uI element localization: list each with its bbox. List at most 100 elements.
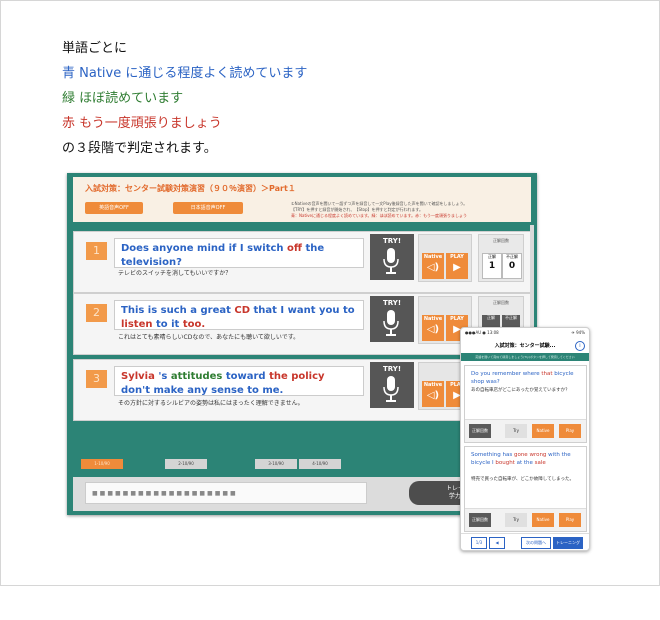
wrong-label: 不正解 [505,315,517,320]
sentence-word-red: gone wrong [513,452,547,458]
phone-native-button-2[interactable]: Native [532,513,554,527]
tab-page-1[interactable]: 1-10/90 [81,459,123,469]
native-audio-button[interactable]: Native ◁) [422,253,444,279]
phone-question-1-text: Do you remember where that bicycle shop … [471,370,581,386]
desktop-header: 入試対策：センター試験対策演習（９０％演習）＞Part１ 英語音声OFF 日本語… [73,177,531,222]
question-number: 1 [86,242,107,260]
correct-label: 正解 [488,254,496,259]
legend-intro: 単語ごとに [62,41,128,56]
phone-play-button-1[interactable]: Play [559,424,581,438]
tab-page-3[interactable]: 3-10/90 [255,459,297,469]
score-label: 正解回数 [493,300,509,305]
sentence-word-red: too. [182,319,206,330]
phone-try-button-2[interactable]: Try [505,513,527,527]
native-label: Native [423,254,443,260]
phone-play-button-2[interactable]: Play [559,513,581,527]
microphone-icon [383,376,399,402]
legend: 単語ごとに 青 Native に通じる程度よく読めています 緑 ほぼ読めています… [62,36,307,161]
question-row: 1 Does anyone mind if I switch off the t… [73,231,531,293]
phone-question-2-text: Something has gone wrong with the bicycl… [471,451,581,467]
microphone-icon [383,310,399,336]
wrong-value: 0 [508,261,516,271]
speaker-icon: ◁) [426,324,440,335]
instruction-line-3: 青：Nativeに通じる程度よく読めています。緑：ほぼ読めています。赤：もう一度… [291,213,468,218]
phone-try-button-1[interactable]: Try [505,424,527,438]
try-record-button[interactable]: TRY! [370,296,414,342]
sentence-word-blue: 's [154,371,171,382]
phone-question-1-translation: あの自転車店がどこにあったか覚えていますか？ [471,388,570,393]
desktop-title: 入試対策：センター試験対策演習（９０％演習）＞Part１ [85,184,296,193]
phone-app-screenshot: ●●●AU ● 13:08 ✈ 94% 入試対策：センター試験... i 英語を… [460,327,590,551]
tab-page-2[interactable]: 2-10/90 [165,459,207,469]
phone-next-button[interactable]: 次の問題へ [521,537,551,549]
question-translation: その方針に対するシルビアの姿勢は私にはまったく理解できません。 [118,400,304,407]
score-label: 正解回数 [493,238,509,243]
status-left: ●●●AU ● 13:08 [465,330,499,335]
sentence-word-blue: Something has [471,452,514,458]
sentence-word-blue: at the [514,460,535,466]
sentence-word-red: CD [234,305,251,316]
sentence-word-blue: Does anyone mind if I switch [121,243,288,254]
sentence-word-blue: toward [222,371,270,382]
sentence-word-red: that [541,371,553,377]
speaker-icon: ◁) [426,262,440,273]
legend-blue: 青 Native に通じる程度よく読めています [62,66,308,81]
phone-title: 入試対策：センター試験... [461,339,589,354]
phone-instruction-bar: 英語を聞いて真似て録音しましょう(Try)ボタンを押して発音してください [461,353,589,361]
wrong-count: 不正解 0 [502,253,522,279]
sentence-word-green: attitudes [170,371,223,382]
speaker-icon: ◁) [426,390,440,401]
phone-score-2: 正解回数 [469,513,491,527]
legend-green: 緑 ほぼ読めています [62,91,184,106]
sentence-word-blue: Do you remember where [471,371,542,377]
sentence-word-blue: This is such a great [121,305,235,316]
playback-panel: Native ◁) PLAY ▶ [418,234,472,282]
native-label: Native [423,382,443,388]
status-right: ✈ 94% [571,330,585,335]
phone-controls-1: 正解回数 Try Native Play [465,419,586,442]
legend-outro: の３段階で判定されます。 [62,141,217,156]
phone-prev-button[interactable]: ◀ [489,537,505,549]
question-sentence: This is such a great CD that I want you … [114,300,364,330]
sentence-word-blue: don't make any sense to me. [121,385,284,396]
score-panel: 正解回数 正解 1 不正解 0 [478,234,524,282]
native-audio-button[interactable]: Native ◁) [422,381,444,407]
desktop-instructions: ①Nativeの音声を聞いて一語ずつ声を録音して一文Play後録音した声を聞いて… [291,201,529,219]
wrong-label: 不正解 [506,254,518,259]
phone-page-indicator[interactable]: 1/3 [471,537,487,549]
sentence-word-red: bought [495,460,515,466]
try-label: TRY! [382,237,402,245]
question-number: 3 [86,370,107,388]
sentence-word-blue: that I want you to [250,305,355,316]
try-record-button[interactable]: TRY! [370,234,414,280]
japanese-audio-off-button[interactable]: 日本語音声OFF [173,202,243,214]
sentence-word-red: sale [534,460,546,466]
phone-training-button[interactable]: トレーニング [553,537,583,549]
correct-label: 正解 [487,315,495,320]
legend-red: 赤 もう一度頑張りましょう [62,116,222,131]
question-sentence: Does anyone mind if I switch off the tel… [114,238,364,268]
play-icon: ▶ [453,262,461,273]
play-recording-button[interactable]: PLAY ▶ [446,253,468,279]
play-label: PLAY [450,254,464,260]
phone-controls-2: 正解回数 Try Native Play [465,508,586,531]
correct-value: 1 [488,261,496,271]
phone-question-2-translation: 特売で買った自転車が、どこか故障してしまった。 [471,477,574,482]
question-sentence: Sylvia 's attitudes toward the policy do… [114,366,364,396]
tab-page-4[interactable]: 4-10/90 [299,459,341,469]
try-label: TRY! [382,365,402,373]
info-icon[interactable]: i [575,341,585,351]
phone-native-button-1[interactable]: Native [532,424,554,438]
native-audio-button[interactable]: Native ◁) [422,315,444,341]
phone-question-card-2: Something has gone wrong with the bicycl… [464,446,587,532]
phone-nav-bar: 1/3 ◀ 次の問題へ トレーニング [461,533,589,550]
sentence-word-red: the policy [269,371,325,382]
play-label: PLAY [450,316,464,322]
phone-score-1: 正解回数 [469,424,491,438]
phone-question-card-1: Do you remember where that bicycle shop … [464,365,587,443]
answer-input[interactable]: ■■■■■■■■■■■■■■■■■■■ [85,482,367,504]
sentence-word-blue: to it [152,319,183,330]
try-record-button[interactable]: TRY! [370,362,414,408]
correct-count: 正解 1 [482,253,502,279]
english-audio-off-button[interactable]: 英語音声OFF [85,202,143,214]
